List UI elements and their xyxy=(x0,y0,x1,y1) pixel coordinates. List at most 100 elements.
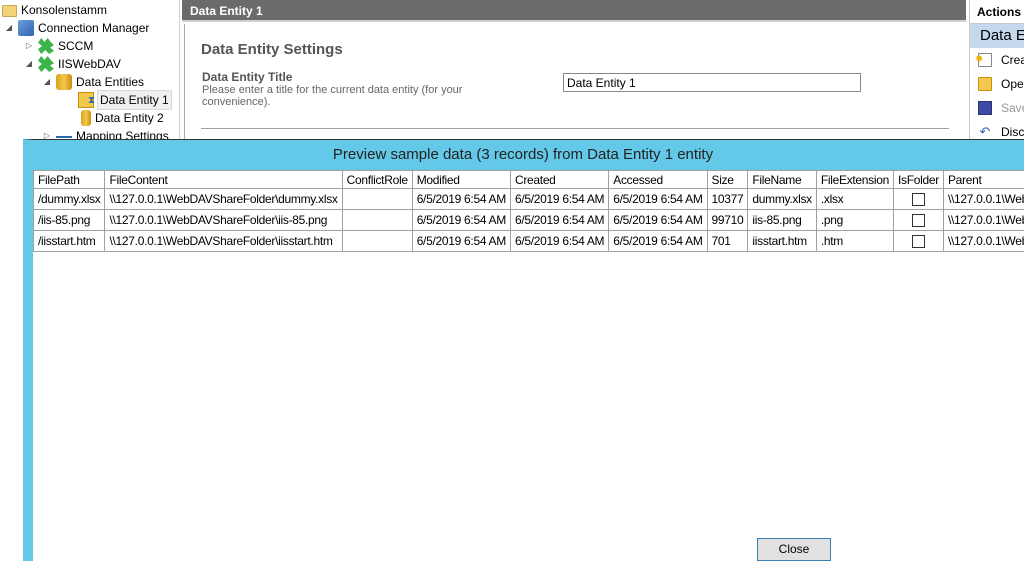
isfolder-checkbox[interactable] xyxy=(911,214,925,228)
open-folder-icon xyxy=(978,77,992,91)
column-header-parent[interactable]: Parent xyxy=(942,170,1024,189)
action-label: Create xyxy=(1001,53,1024,67)
column-header-filecontent[interactable]: FileContent xyxy=(104,170,343,189)
preview-dialog: Preview sample data (3 records) from Dat… xyxy=(23,139,1024,561)
cell-created[interactable]: 6/5/2019 6:54 AM xyxy=(509,230,610,252)
cell-filepath[interactable]: /iis-85.png xyxy=(33,209,106,231)
column-header-conflictrole[interactable]: ConflictRole xyxy=(341,170,413,189)
mmc-window: Konsolenstamm ◢ Connection Manager ▷ SCC… xyxy=(0,0,1024,561)
cell-parent[interactable]: \\127.0.0.1\WebDAVShareFolder xyxy=(942,230,1024,252)
main-header: Data Entity 1 xyxy=(182,0,966,22)
tree-item-label: Data Entity 1 xyxy=(97,90,172,110)
cell-fileextension[interactable]: .png xyxy=(815,209,895,231)
dialog-titlebar[interactable]: Preview sample data (3 records) from Dat… xyxy=(23,140,1024,170)
divider xyxy=(201,128,949,129)
cell-accessed[interactable]: 6/5/2019 6:54 AM xyxy=(608,230,708,252)
cell-filename[interactable]: iisstart.htm xyxy=(747,230,817,252)
action-label: Open xyxy=(1001,77,1024,91)
tree-item-label: Data Entities xyxy=(76,75,145,89)
cell-fileextension[interactable]: .xlsx xyxy=(815,188,895,210)
cell-filecontent[interactable]: \\127.0.0.1\WebDAVShareFolder\dummy.xlsx xyxy=(104,188,343,210)
column-header-filename[interactable]: FileName xyxy=(747,170,817,189)
cell-size[interactable]: 701 xyxy=(706,230,749,252)
cell-conflictrole[interactable] xyxy=(341,188,413,210)
table-row[interactable]: /iisstart.htm \\127.0.0.1\WebDAVShareFold… xyxy=(33,230,1024,252)
expand-icon[interactable]: ◢ xyxy=(24,55,34,73)
folder-icon xyxy=(2,5,17,17)
cell-size[interactable]: 99710 xyxy=(706,209,749,231)
cell-filename[interactable]: dummy.xlsx xyxy=(747,188,817,210)
column-header-filepath[interactable]: FilePath xyxy=(33,170,106,189)
cell-parent[interactable]: \\127.0.0.1\WebDAVShareFolder xyxy=(942,209,1024,231)
table-row[interactable]: /iis-85.png \\127.0.0.1\WebDAVShareFolder… xyxy=(33,209,1024,231)
cell-modified[interactable]: 6/5/2019 6:54 AM xyxy=(411,188,511,210)
action-open[interactable]: Open xyxy=(970,72,1024,96)
tree-item-data-entity-1[interactable]: Data Entity 1 xyxy=(78,90,172,110)
close-button[interactable]: Close xyxy=(757,538,831,561)
cell-fileextension[interactable]: .htm xyxy=(815,230,895,252)
tree-item-sccm[interactable]: ▷ SCCM xyxy=(24,37,93,55)
data-entities-icon xyxy=(56,74,72,90)
plugin-icon xyxy=(38,56,54,72)
tree-item-label: Connection Manager xyxy=(38,21,150,35)
cell-isfolder[interactable] xyxy=(893,230,944,252)
tree-item-data-entity-2[interactable]: Data Entity 2 xyxy=(78,109,164,127)
cell-filepath[interactable]: /iisstart.htm xyxy=(33,230,106,252)
action-label: Save xyxy=(1001,101,1024,115)
cell-size[interactable]: 10377 xyxy=(706,188,749,210)
expand-icon[interactable]: ◢ xyxy=(42,73,52,91)
table-row[interactable]: /dummy.xlsx \\127.0.0.1\WebDAVShareFolder… xyxy=(33,188,1024,210)
cell-accessed[interactable]: 6/5/2019 6:54 AM xyxy=(608,188,708,210)
tree-item-label: SCCM xyxy=(58,39,94,53)
tree-item-label: Konsolenstamm xyxy=(21,3,108,17)
cell-isfolder[interactable] xyxy=(893,209,944,231)
field-title: Data Entity Title xyxy=(202,70,293,84)
cell-parent[interactable]: \\127.0.0.1\WebDAVShareFolder xyxy=(942,188,1024,210)
cell-filename[interactable]: iis-85.png xyxy=(747,209,817,231)
header-row: FilePath FileContent ConflictRole Modified C… xyxy=(33,170,1024,189)
cell-conflictrole[interactable] xyxy=(341,209,413,231)
action-create[interactable]: Create xyxy=(970,48,1024,72)
column-header-modified[interactable]: Modified xyxy=(411,170,511,189)
column-header-created[interactable]: Created xyxy=(509,170,610,189)
cell-filecontent[interactable]: \\127.0.0.1\WebDAVShareFolder\iis-85.png xyxy=(104,209,343,231)
preview-grid: FilePath FileContent ConflictRole Modified C… xyxy=(33,170,1024,532)
cell-modified[interactable]: 6/5/2019 6:54 AM xyxy=(411,230,511,252)
tree-item-connection-manager[interactable]: ◢ Connection Manager xyxy=(4,19,149,37)
cell-accessed[interactable]: 6/5/2019 6:54 AM xyxy=(608,209,708,231)
preview-table: FilePath FileContent ConflictRole Modified C… xyxy=(33,170,1024,252)
cell-created[interactable]: 6/5/2019 6:54 AM xyxy=(509,209,610,231)
expand-icon[interactable]: ▷ xyxy=(24,37,34,55)
cell-filecontent[interactable]: \\127.0.0.1\WebDAVShareFolder\iisstart.h… xyxy=(104,230,343,252)
column-header-fileextension[interactable]: FileExtension xyxy=(815,170,895,189)
isfolder-checkbox[interactable] xyxy=(911,193,925,207)
database-icon xyxy=(81,110,91,126)
undo-icon: ↶ xyxy=(979,124,991,139)
data-entity-edit-icon xyxy=(78,92,95,110)
new-icon xyxy=(975,48,992,72)
field-description: Please enter a title for the current dat… xyxy=(202,84,463,108)
tree-item-iiswebdav[interactable]: ◢ IISWebDAV xyxy=(24,55,121,73)
settings-title: Data Entity Settings xyxy=(201,41,343,58)
cell-modified[interactable]: 6/5/2019 6:54 AM xyxy=(411,209,511,231)
plugin-icon xyxy=(38,38,54,54)
tree-item-data-entities[interactable]: ◢ Data Entities xyxy=(42,73,144,91)
cell-isfolder[interactable] xyxy=(893,188,944,210)
column-header-isfolder[interactable]: IsFolder xyxy=(893,170,944,189)
tree-item-label: IISWebDAV xyxy=(58,57,121,71)
cell-filepath[interactable]: /dummy.xlsx xyxy=(33,188,106,210)
data-entity-title-input[interactable] xyxy=(563,73,861,92)
action-save[interactable]: Save xyxy=(970,96,1024,120)
dialog-title: Preview sample data (3 records) from Dat… xyxy=(332,146,714,163)
isfolder-checkbox[interactable] xyxy=(911,235,925,249)
cell-created[interactable]: 6/5/2019 6:54 AM xyxy=(509,188,610,210)
column-header-accessed[interactable]: Accessed xyxy=(608,170,708,189)
expand-icon[interactable]: ◢ xyxy=(4,19,14,37)
tree-item-konsolenstamm[interactable]: Konsolenstamm xyxy=(2,1,107,19)
actions-header: Actions xyxy=(970,0,1024,24)
cell-conflictrole[interactable] xyxy=(341,230,413,252)
tree-item-label: Data Entity 2 xyxy=(95,111,164,125)
actions-section-title[interactable]: Data Entity 1 xyxy=(970,24,1024,48)
column-header-size[interactable]: Size xyxy=(706,170,749,189)
save-icon xyxy=(978,101,992,115)
